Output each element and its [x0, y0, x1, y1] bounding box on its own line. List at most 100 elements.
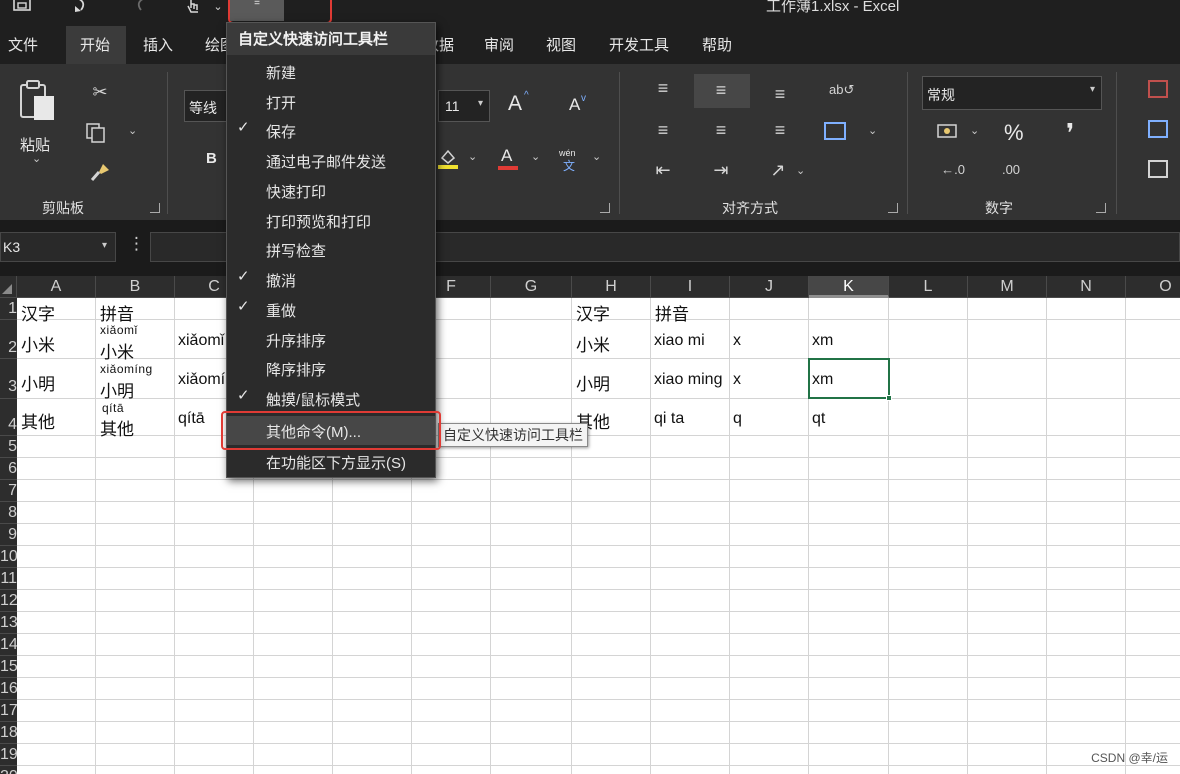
number-format-select[interactable]: 常规 ▾ — [922, 76, 1102, 110]
cut-icon[interactable]: ✂ — [88, 82, 112, 102]
row-header-14[interactable]: 14 — [0, 634, 17, 656]
cell-i1[interactable]: 拼音 — [655, 300, 689, 325]
row-header-10[interactable]: 10 — [0, 546, 17, 568]
cell-i2[interactable]: xiao mi — [654, 332, 705, 350]
align-right-icon[interactable]: ≡ — [769, 120, 791, 140]
row-header-4[interactable]: 4 — [0, 399, 17, 436]
menu-item-undo[interactable]: ✓ 撤消 — [227, 265, 435, 294]
dialog-launcher-icon[interactable] — [600, 203, 610, 213]
bold-button[interactable]: B — [206, 150, 217, 167]
select-all-corner[interactable] — [0, 276, 17, 298]
grow-font-button[interactable]: A — [508, 92, 522, 116]
copy-icon[interactable] — [84, 122, 108, 148]
align-middle-icon[interactable]: ≡ — [710, 80, 732, 100]
chevron-down-icon[interactable]: ⌄ — [468, 150, 477, 163]
column-header-k[interactable]: K — [809, 276, 889, 298]
menu-item-sort-desc[interactable]: 降序排序 — [227, 354, 435, 383]
conditional-format-icon[interactable] — [1148, 80, 1168, 98]
cell-i3[interactable]: xiao ming — [654, 371, 722, 389]
cell-b4[interactable]: 其他 — [100, 415, 134, 440]
font-color-button[interactable]: A — [501, 146, 512, 166]
format-painter-icon[interactable] — [88, 162, 112, 186]
accounting-format-icon[interactable] — [934, 122, 960, 144]
column-header-j[interactable]: J — [730, 276, 809, 298]
fill-handle[interactable] — [886, 395, 892, 401]
tab-developer[interactable]: 开发工具 — [609, 34, 669, 55]
comma-style-button[interactable]: ❜ — [1066, 118, 1074, 149]
dialog-launcher-icon[interactable] — [888, 203, 898, 213]
redo-icon[interactable] — [128, 0, 152, 20]
percent-button[interactable]: % — [1004, 120, 1024, 146]
increase-decimal-icon[interactable]: ←.0 — [940, 160, 966, 180]
menu-item-print-preview[interactable]: 打印预览和打印 — [227, 206, 435, 235]
cell-k2[interactable]: xm — [812, 332, 833, 350]
column-header-h[interactable]: H — [572, 276, 651, 298]
more-options-icon[interactable]: ⋮ — [128, 234, 145, 254]
cell-c3[interactable]: xiǎomí — [178, 371, 225, 389]
row-header-5[interactable]: 5 — [0, 436, 17, 458]
menu-item-new[interactable]: 新建 — [227, 57, 435, 86]
cell-a1[interactable]: 汉字 — [21, 300, 55, 325]
menu-item-redo[interactable]: ✓ 重做 — [227, 295, 435, 324]
row-header-18[interactable]: 18 — [0, 722, 17, 744]
cell-c2[interactable]: xiǎomǐ — [178, 332, 224, 350]
row-header-17[interactable]: 17 — [0, 700, 17, 722]
column-header-i[interactable]: I — [651, 276, 730, 298]
menu-item-quick-print[interactable]: 快速打印 — [227, 176, 435, 205]
cell-grid[interactable]: 汉字 拼音 汉字 拼音 小米 xiǎomǐ 小米 xiǎomǐ 小米 xiao … — [17, 298, 1180, 774]
name-box[interactable]: K3 ▾ — [0, 232, 116, 262]
decrease-decimal-icon[interactable]: .00 — [998, 160, 1024, 180]
align-left-icon[interactable]: ≡ — [652, 120, 674, 140]
wrap-text-icon[interactable]: ab↺ — [829, 80, 854, 100]
row-header-7[interactable]: 7 — [0, 480, 17, 502]
cell-k4[interactable]: qt — [812, 410, 825, 428]
row-header-1[interactable]: 1 — [0, 298, 17, 320]
shrink-font-button[interactable]: A — [569, 95, 580, 115]
cell-i4[interactable]: qi ta — [654, 410, 684, 428]
cell-b1[interactable]: 拼音 — [100, 300, 134, 325]
row-header-13[interactable]: 13 — [0, 612, 17, 634]
cell-j2[interactable]: x — [733, 332, 741, 350]
menu-item-touch-mode[interactable]: ✓ 触摸/鼠标模式 — [227, 384, 435, 413]
tab-insert[interactable]: 插入 — [143, 34, 173, 55]
cell-a4[interactable]: 其他 — [21, 408, 55, 433]
row-header-11[interactable]: 11 — [0, 568, 17, 590]
decrease-indent-icon[interactable]: ⇤ — [652, 160, 674, 180]
menu-item-open[interactable]: 打开 — [227, 87, 435, 116]
align-center-icon[interactable]: ≡ — [710, 120, 732, 140]
fill-color-icon[interactable] — [438, 148, 458, 170]
cell-c4[interactable]: qítā — [178, 410, 205, 428]
font-size-box[interactable]: 11 ▾ — [438, 90, 490, 122]
orientation-icon[interactable]: ↗ — [767, 160, 789, 180]
cell-h1[interactable]: 汉字 — [576, 300, 610, 325]
tab-file[interactable]: 文件 — [8, 34, 38, 55]
column-header-g[interactable]: G — [491, 276, 572, 298]
chevron-down-icon[interactable]: ⌄ — [32, 152, 41, 165]
increase-indent-icon[interactable]: ⇥ — [710, 160, 732, 180]
cell-a2[interactable]: 小米 — [21, 331, 55, 356]
tab-review[interactable]: 审阅 — [484, 34, 514, 55]
cell-styles-icon[interactable] — [1148, 160, 1168, 178]
cell-b3[interactable]: 小明 — [100, 377, 134, 402]
phonetic-guide-bottom[interactable]: 文 — [563, 157, 575, 174]
column-header-b[interactable]: B — [96, 276, 175, 298]
row-header-8[interactable]: 8 — [0, 502, 17, 524]
menu-item-show-below-ribbon[interactable]: 在功能区下方显示(S) — [227, 447, 435, 476]
row-header-16[interactable]: 16 — [0, 678, 17, 700]
chevron-down-icon[interactable]: ⌄ — [531, 150, 540, 163]
undo-icon[interactable] — [70, 0, 94, 20]
chevron-down-icon[interactable]: ⌄ — [796, 164, 805, 177]
chevron-down-icon[interactable]: ⌄ — [592, 150, 601, 163]
menu-item-email[interactable]: 通过电子邮件发送 — [227, 146, 435, 175]
format-as-table-icon[interactable] — [1148, 120, 1168, 138]
merge-center-icon[interactable] — [824, 122, 846, 140]
customize-dropdown-button[interactable]: = — [230, 0, 284, 21]
chevron-down-icon[interactable]: ⌄ — [868, 124, 877, 137]
align-top-icon[interactable]: ≡ — [652, 78, 674, 98]
menu-item-save[interactable]: ✓ 保存 — [227, 116, 435, 145]
cell-j3[interactable]: x — [733, 371, 741, 389]
chevron-down-icon[interactable]: ⌄ — [128, 124, 137, 137]
tab-home[interactable]: 开始 — [80, 34, 110, 55]
chevron-down-icon[interactable]: ⌄ — [970, 124, 979, 137]
column-header-m[interactable]: M — [968, 276, 1047, 298]
